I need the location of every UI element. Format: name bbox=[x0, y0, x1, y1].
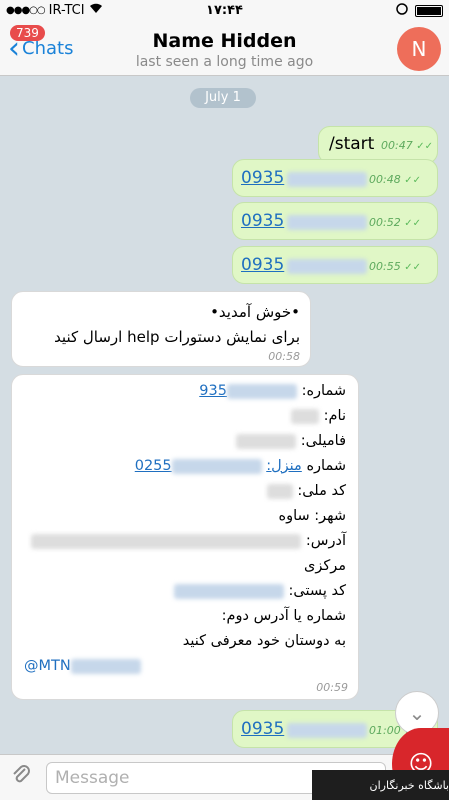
mention-link[interactable]: @MTN bbox=[24, 658, 71, 674]
message-line: •خوش آمدید• bbox=[210, 303, 300, 321]
province-line: مرکزی bbox=[303, 558, 346, 574]
status-time: ۱۷:۴۴ bbox=[206, 3, 243, 18]
city-line: شهر: ساوه bbox=[278, 508, 347, 524]
field-label: شماره: bbox=[301, 383, 346, 399]
message-line: نام: bbox=[24, 404, 346, 429]
message-time: 00:59 bbox=[316, 681, 348, 694]
second-address-line: شماره یا آدرس دوم: bbox=[221, 608, 346, 624]
message-time: 01:00 bbox=[369, 724, 401, 737]
message-time: 00:58 bbox=[268, 350, 300, 363]
outgoing-message[interactable]: 0935 00:52 ✓✓ bbox=[232, 202, 438, 240]
alarm-icon bbox=[395, 3, 409, 19]
message-line: آدرس: bbox=[24, 529, 346, 554]
redacted-number bbox=[287, 215, 367, 230]
chevron-down-icon: ⌄ bbox=[408, 701, 426, 725]
message-line: کد پستی: bbox=[24, 579, 346, 604]
message-line: شماره: 935 bbox=[24, 379, 346, 404]
redacted-number bbox=[226, 383, 297, 399]
redacted-number bbox=[171, 458, 262, 474]
last-seen: last seen a long time ago bbox=[135, 54, 314, 70]
message-meta: 00:48 ✓✓ bbox=[369, 173, 421, 186]
redacted-text bbox=[31, 533, 302, 549]
watermark-label: باشگاه خبرنگاران bbox=[312, 770, 449, 800]
redacted-text bbox=[291, 408, 320, 424]
avatar[interactable]: N bbox=[397, 27, 441, 71]
message-time: 00:52 bbox=[369, 216, 401, 229]
double-check-icon: ✓✓ bbox=[404, 262, 421, 273]
field-label: فامیلی: bbox=[300, 433, 346, 449]
double-check-icon: ✓✓ bbox=[416, 141, 433, 152]
redacted-text bbox=[70, 658, 141, 674]
incoming-message[interactable]: •خوش آمدید• برای نمایش دستورات help ارسا… bbox=[11, 291, 311, 367]
message-line: @MTN bbox=[24, 654, 346, 679]
chat-header: 739 ‹ Chats Name Hidden last seen a long… bbox=[0, 20, 449, 76]
field-label: نام: bbox=[323, 408, 346, 424]
redacted-number bbox=[287, 172, 367, 187]
message-line: شماره منزل: 0255 bbox=[24, 454, 346, 479]
status-right bbox=[395, 3, 443, 19]
message-line: کد ملی: bbox=[24, 479, 346, 504]
chat-area[interactable]: July 1 /start 00:47 ✓✓ 0935 00:48 ✓✓ 093… bbox=[0, 76, 449, 754]
phone-link[interactable]: 0255 bbox=[135, 458, 172, 474]
message-text[interactable]: 0935 bbox=[241, 211, 284, 231]
message-line: فامیلی: bbox=[24, 429, 346, 454]
double-check-icon: ✓✓ bbox=[404, 218, 421, 229]
field-label: کد پستی: bbox=[288, 583, 346, 599]
double-check-icon: ✓✓ bbox=[404, 175, 421, 186]
redacted-text bbox=[266, 483, 293, 499]
message-text[interactable]: 0935 bbox=[241, 255, 284, 275]
field-label: شماره bbox=[306, 458, 346, 474]
date-divider: July 1 bbox=[190, 88, 256, 108]
avatar-initial: N bbox=[411, 37, 427, 61]
message-time: 00:55 bbox=[369, 260, 401, 273]
redacted-number bbox=[173, 583, 284, 599]
message-meta: 00:55 ✓✓ bbox=[369, 260, 421, 273]
battery-icon bbox=[415, 5, 443, 17]
message-text: /start bbox=[329, 134, 375, 154]
message-meta: 00:52 ✓✓ bbox=[369, 216, 421, 229]
paperclip-icon[interactable] bbox=[10, 763, 32, 793]
contact-name[interactable]: Name Hidden bbox=[0, 30, 449, 52]
message-text[interactable]: 0935 bbox=[241, 719, 284, 739]
message-text[interactable]: 0935 bbox=[241, 168, 284, 188]
field-label: آدرس: bbox=[305, 533, 346, 549]
outgoing-message[interactable]: 0935 00:55 ✓✓ bbox=[232, 246, 438, 284]
field-label: کد ملی: bbox=[297, 483, 346, 499]
message-line: برای نمایش دستورات help ارسال کنید bbox=[54, 328, 300, 346]
phone-link[interactable]: 935 bbox=[199, 383, 227, 399]
outgoing-message[interactable]: 0935 00:48 ✓✓ bbox=[232, 159, 438, 197]
status-bar: ●●●○○ IR-TCI ۱۷:۴۴ bbox=[0, 0, 449, 20]
message-meta: 00:47 ✓✓ bbox=[381, 139, 433, 152]
redacted-text bbox=[236, 433, 297, 449]
incoming-message[interactable]: شماره: 935 نام: فامیلی: شماره منزل: 0255… bbox=[11, 374, 359, 700]
invite-line: به دوستان خود معرفی کنید bbox=[182, 633, 346, 649]
watermark-text: باشگاه خبرنگاران bbox=[369, 778, 449, 792]
unread-badge: 739 bbox=[10, 25, 45, 41]
message-time: 00:47 bbox=[381, 139, 413, 152]
home-link[interactable]: منزل: bbox=[266, 458, 302, 474]
redacted-number bbox=[287, 723, 367, 738]
redacted-number bbox=[287, 259, 367, 274]
message-time: 00:48 bbox=[369, 173, 401, 186]
